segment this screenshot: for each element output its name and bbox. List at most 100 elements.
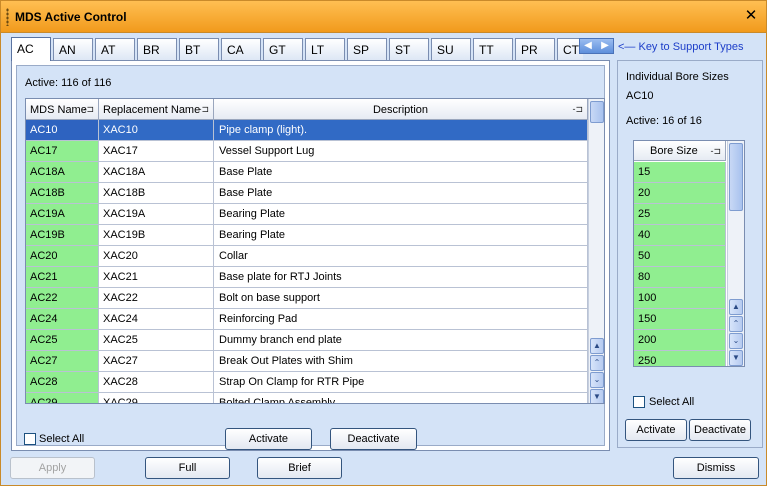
brief-button[interactable]: Brief bbox=[257, 457, 342, 479]
scroll-top-icon[interactable]: ▲ bbox=[590, 338, 604, 354]
table-row[interactable]: AC25 XAC25 Dummy branch end plate bbox=[26, 330, 588, 351]
column-header-bore-size[interactable]: Bore Size -⊐ bbox=[634, 141, 726, 161]
tab-scroll-buttons: ◀ ▶ bbox=[579, 38, 614, 54]
description-cell: Reinforcing Pad bbox=[214, 309, 588, 329]
description-cell: Base plate for RTJ Joints bbox=[214, 267, 588, 287]
bore-deactivate-button[interactable]: Deactivate bbox=[689, 419, 751, 441]
bore-size-table: Bore Size -⊐ 15 20 25 40 50 80 100 150 200 250 ▲ … bbox=[633, 140, 745, 367]
mds-name-cell: AC29 bbox=[26, 393, 99, 403]
tab-bt[interactable]: BT bbox=[179, 38, 219, 60]
description-cell: Collar bbox=[214, 246, 588, 266]
bore-size-row[interactable]: 15 bbox=[634, 162, 726, 183]
pin-icon[interactable]: -⊐ bbox=[198, 104, 209, 115]
bore-select-all-checkbox[interactable] bbox=[633, 396, 645, 408]
chevron-down-icon[interactable]: ⌄ bbox=[590, 372, 604, 388]
pin-icon[interactable]: -⊐ bbox=[83, 104, 94, 115]
bore-size-row[interactable]: 40 bbox=[634, 225, 726, 246]
bore-activate-button[interactable]: Activate bbox=[625, 419, 687, 441]
table-row[interactable]: AC20 XAC20 Collar bbox=[26, 246, 588, 267]
pin-icon[interactable]: -⊐ bbox=[572, 104, 583, 115]
table-scrollbar[interactable]: ▲ ⌃ ⌄ ▼ bbox=[588, 99, 604, 403]
mds-name-cell: AC27 bbox=[26, 351, 99, 371]
tab-lt[interactable]: LT bbox=[305, 38, 345, 60]
deactivate-button[interactable]: Deactivate bbox=[330, 428, 417, 450]
column-header-description[interactable]: Description -⊐ bbox=[214, 99, 588, 120]
dismiss-button[interactable]: Dismiss bbox=[673, 457, 759, 479]
replacement-name-cell: XAC28 bbox=[99, 372, 214, 392]
tab-sp[interactable]: SP bbox=[347, 38, 387, 60]
bore-size-panel: Individual Bore Sizes AC10 Active: 16 of… bbox=[617, 60, 763, 448]
bore-size-row[interactable]: 200 bbox=[634, 330, 726, 351]
tab-scroll-left-icon[interactable]: ◀ bbox=[580, 40, 596, 51]
tab-pr[interactable]: PR bbox=[515, 38, 555, 60]
column-header-mds-name[interactable]: MDS Name -⊐ bbox=[26, 99, 99, 120]
tab-su[interactable]: SU bbox=[431, 38, 471, 60]
mds-name-cell: AC19A bbox=[26, 204, 99, 224]
scroll-bottom-icon[interactable]: ▼ bbox=[590, 389, 604, 403]
pin-icon[interactable]: -⊐ bbox=[710, 146, 721, 157]
tab-an[interactable]: AN bbox=[53, 38, 93, 60]
bore-size-row[interactable]: 250 bbox=[634, 351, 726, 366]
table-row[interactable]: AC18B XAC18B Base Plate bbox=[26, 183, 588, 204]
table-row[interactable]: AC19B XAC19B Bearing Plate bbox=[26, 225, 588, 246]
replacement-name-cell: XAC19B bbox=[99, 225, 214, 245]
description-cell: Bolt on base support bbox=[214, 288, 588, 308]
activate-button[interactable]: Activate bbox=[225, 428, 312, 450]
scroll-thumb[interactable] bbox=[590, 101, 604, 123]
mds-name-cell: AC17 bbox=[26, 141, 99, 161]
mds-name-cell: AC28 bbox=[26, 372, 99, 392]
tab-tt[interactable]: TT bbox=[473, 38, 513, 60]
key-to-support-types-link[interactable]: <— Key to Support Types bbox=[618, 41, 743, 53]
bore-size-row[interactable]: 50 bbox=[634, 246, 726, 267]
table-row[interactable]: AC24 XAC24 Reinforcing Pad bbox=[26, 309, 588, 330]
tab-at[interactable]: AT bbox=[95, 38, 135, 60]
tab-scroll-right-icon[interactable]: ▶ bbox=[597, 40, 613, 51]
chevron-up-icon[interactable]: ⌃ bbox=[590, 355, 604, 371]
description-cell: Dummy branch end plate bbox=[214, 330, 588, 350]
title-bar[interactable]: MDS Active Control ✕ bbox=[1, 1, 766, 33]
table-row[interactable]: AC22 XAC22 Bolt on base support bbox=[26, 288, 588, 309]
scroll-bottom-icon[interactable]: ▼ bbox=[729, 350, 743, 366]
bore-size-row[interactable]: 25 bbox=[634, 204, 726, 225]
tab-gt[interactable]: GT bbox=[263, 38, 303, 60]
table-row[interactable]: AC21 XAC21 Base plate for RTJ Joints bbox=[26, 267, 588, 288]
chevron-down-icon[interactable]: ⌄ bbox=[729, 333, 743, 349]
tab-ac[interactable]: AC bbox=[11, 37, 51, 61]
full-button[interactable]: Full bbox=[145, 457, 230, 479]
table-row[interactable]: AC10 XAC10 Pipe clamp (light). bbox=[26, 120, 588, 141]
select-all-label: Select All bbox=[39, 433, 85, 445]
tab-br[interactable]: BR bbox=[137, 38, 177, 60]
replacement-name-cell: XAC19A bbox=[99, 204, 214, 224]
replacement-name-cell: XAC24 bbox=[99, 309, 214, 329]
mds-panel: Active: 116 of 116 MDS Name -⊐ Replaceme… bbox=[11, 60, 610, 451]
mds-name-cell: AC21 bbox=[26, 267, 99, 287]
description-cell: Base Plate bbox=[214, 162, 588, 182]
table-row[interactable]: AC29 XAC29 Bolted Clamp Assembly bbox=[26, 393, 588, 403]
table-row[interactable]: AC19A XAC19A Bearing Plate bbox=[26, 204, 588, 225]
replacement-name-cell: XAC22 bbox=[99, 288, 214, 308]
description-cell: Pipe clamp (light). bbox=[214, 120, 588, 140]
tab-ca[interactable]: CA bbox=[221, 38, 261, 60]
bore-size-row[interactable]: 20 bbox=[634, 183, 726, 204]
table-row[interactable]: AC17 XAC17 Vessel Support Lug bbox=[26, 141, 588, 162]
table-row[interactable]: AC18A XAC18A Base Plate bbox=[26, 162, 588, 183]
apply-button[interactable]: Apply bbox=[10, 457, 95, 479]
table-row[interactable]: AC27 XAC27 Break Out Plates with Shim bbox=[26, 351, 588, 372]
close-icon[interactable]: ✕ bbox=[744, 8, 758, 23]
tab-st[interactable]: ST bbox=[389, 38, 429, 60]
bore-size-row[interactable]: 100 bbox=[634, 288, 726, 309]
bore-size-row[interactable]: 80 bbox=[634, 267, 726, 288]
table-row[interactable]: AC28 XAC28 Strap On Clamp for RTR Pipe bbox=[26, 372, 588, 393]
column-header-replacement-name[interactable]: Replacement Name -⊐ bbox=[99, 99, 214, 120]
replacement-name-cell: XAC18A bbox=[99, 162, 214, 182]
column-header-label: MDS Name bbox=[30, 104, 87, 116]
scroll-top-icon[interactable]: ▲ bbox=[729, 299, 743, 315]
scroll-thumb[interactable] bbox=[729, 143, 743, 211]
mds-name-cell: AC18B bbox=[26, 183, 99, 203]
bore-scrollbar[interactable]: ▲ ⌃ ⌄ ▼ bbox=[727, 141, 744, 366]
bore-size-row[interactable]: 150 bbox=[634, 309, 726, 330]
replacement-name-cell: XAC17 bbox=[99, 141, 214, 161]
chevron-up-icon[interactable]: ⌃ bbox=[729, 316, 743, 332]
bore-select-all-label: Select All bbox=[649, 396, 695, 408]
select-all-checkbox[interactable] bbox=[24, 433, 36, 445]
